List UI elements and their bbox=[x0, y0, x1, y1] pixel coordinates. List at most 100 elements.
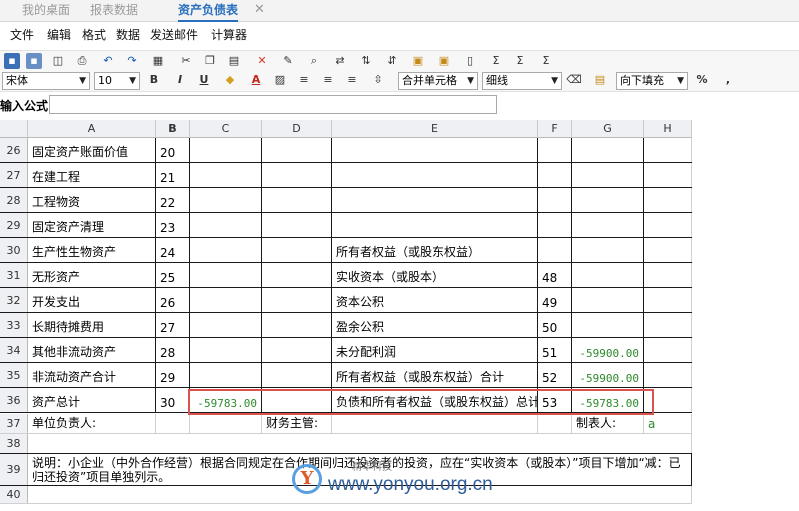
cell-d[interactable] bbox=[262, 263, 332, 287]
cell-g[interactable] bbox=[572, 288, 644, 312]
menu-calculator[interactable]: 计算器 bbox=[211, 23, 247, 47]
cell-h[interactable] bbox=[644, 313, 692, 337]
cell-e[interactable] bbox=[332, 163, 538, 187]
align-left-icon[interactable]: ≡ bbox=[296, 72, 312, 88]
row-number[interactable]: 36 bbox=[0, 388, 28, 412]
close-icon[interactable]: ✕ bbox=[254, 0, 265, 22]
cell-h[interactable] bbox=[644, 363, 692, 387]
cell[interactable] bbox=[332, 414, 538, 433]
font-family-select[interactable]: 宋体 ▼ bbox=[2, 72, 90, 90]
cell-f[interactable] bbox=[538, 163, 572, 187]
find-icon[interactable]: ⌕ bbox=[306, 53, 322, 69]
menu-edit[interactable]: 编辑 bbox=[47, 23, 71, 47]
cell-h[interactable] bbox=[644, 213, 692, 237]
align-right-icon[interactable]: ≡ bbox=[344, 72, 360, 88]
cell-b[interactable]: 30 bbox=[156, 388, 190, 412]
delete-icon[interactable]: ✕ bbox=[254, 53, 270, 69]
row-number[interactable]: 37 bbox=[0, 414, 28, 433]
comma-button[interactable]: , bbox=[720, 72, 736, 88]
cell[interactable] bbox=[28, 434, 692, 453]
row-number[interactable]: 28 bbox=[0, 188, 28, 212]
cell-g[interactable] bbox=[572, 188, 644, 212]
column-header[interactable]: G bbox=[572, 120, 644, 138]
formula-input[interactable] bbox=[49, 95, 497, 114]
cell-h[interactable] bbox=[644, 238, 692, 262]
cell-e[interactable]: 实收资本（或股本） bbox=[332, 263, 538, 287]
cell-d[interactable] bbox=[262, 238, 332, 262]
cell-f[interactable]: 50 bbox=[538, 313, 572, 337]
row-number[interactable]: 30 bbox=[0, 238, 28, 262]
column-header[interactable]: D bbox=[262, 120, 332, 138]
font-size-select[interactable]: 10 ▼ bbox=[94, 72, 140, 90]
cell-e[interactable] bbox=[332, 188, 538, 212]
cell-d[interactable] bbox=[262, 388, 332, 412]
sheet-icon[interactable]: ▯ bbox=[462, 53, 478, 69]
cell-d[interactable] bbox=[262, 138, 332, 162]
cell-g[interactable]: -59900.00 bbox=[572, 338, 644, 362]
tab-my-desktop[interactable]: 我的桌面 bbox=[22, 0, 70, 22]
percent-button[interactable]: % bbox=[694, 72, 710, 88]
cell-f[interactable] bbox=[538, 238, 572, 262]
cell-f[interactable]: 53 bbox=[538, 388, 572, 412]
cell-c[interactable] bbox=[190, 188, 262, 212]
cell-g[interactable] bbox=[572, 213, 644, 237]
cell-f[interactable] bbox=[538, 138, 572, 162]
menu-send-mail[interactable]: 发送邮件 bbox=[150, 23, 198, 47]
format-icon[interactable]: ▤ bbox=[592, 72, 608, 88]
print-preview-icon[interactable]: ◫ bbox=[50, 53, 66, 69]
cell-g[interactable] bbox=[572, 313, 644, 337]
border-icon[interactable]: ▨ bbox=[272, 72, 288, 88]
cell-g[interactable]: -59783.00 bbox=[572, 388, 644, 412]
fill-down-select[interactable]: 向下填充 ▼ bbox=[616, 72, 688, 90]
cell-d[interactable] bbox=[262, 213, 332, 237]
cell-h[interactable] bbox=[644, 388, 692, 412]
cell-h[interactable] bbox=[644, 263, 692, 287]
row-number[interactable]: 26 bbox=[0, 138, 28, 162]
column-header[interactable]: A bbox=[28, 120, 156, 138]
cell-c[interactable] bbox=[190, 213, 262, 237]
border-style-select[interactable]: 细线 ▼ bbox=[482, 72, 562, 90]
save-icon[interactable]: ▪ bbox=[4, 53, 20, 69]
cell[interactable] bbox=[190, 414, 262, 433]
cell-f[interactable]: 48 bbox=[538, 263, 572, 287]
cell-h[interactable] bbox=[644, 138, 692, 162]
cell-e[interactable]: 未分配利润 bbox=[332, 338, 538, 362]
undo-icon[interactable]: ↶ bbox=[100, 53, 116, 69]
cell-b[interactable]: 29 bbox=[156, 363, 190, 387]
cell-e[interactable] bbox=[332, 213, 538, 237]
cell-c[interactable]: -59783.00 bbox=[190, 388, 262, 412]
cell-e[interactable]: 盈余公积 bbox=[332, 313, 538, 337]
cell-h[interactable] bbox=[644, 188, 692, 212]
insert-row-icon[interactable]: ▣ bbox=[410, 53, 426, 69]
cell-b[interactable]: 21 bbox=[156, 163, 190, 187]
format-painter-icon[interactable]: ✎ bbox=[280, 53, 296, 69]
cell-b[interactable]: 28 bbox=[156, 338, 190, 362]
row-number[interactable]: 29 bbox=[0, 213, 28, 237]
replace-icon[interactable]: ⇄ bbox=[332, 53, 348, 69]
cell-e[interactable]: 资本公积 bbox=[332, 288, 538, 312]
cell-d[interactable] bbox=[262, 313, 332, 337]
cell-a[interactable]: 无形资产 bbox=[28, 263, 156, 287]
row-number[interactable]: 31 bbox=[0, 263, 28, 287]
row-number[interactable]: 27 bbox=[0, 163, 28, 187]
sum-col-icon[interactable]: Σ bbox=[512, 53, 528, 69]
cell-f[interactable]: 52 bbox=[538, 363, 572, 387]
cell-b[interactable]: 27 bbox=[156, 313, 190, 337]
eraser-icon[interactable]: ⌫ bbox=[566, 72, 582, 88]
cell-e[interactable]: 所有者权益（或股东权益） bbox=[332, 238, 538, 262]
column-header[interactable]: B bbox=[156, 120, 190, 138]
cell-c[interactable] bbox=[190, 313, 262, 337]
column-header[interactable]: E bbox=[332, 120, 538, 138]
cell-c[interactable] bbox=[190, 288, 262, 312]
sort-desc-icon[interactable]: ⇵ bbox=[384, 53, 400, 69]
cell-a[interactable]: 其他非流动资产 bbox=[28, 338, 156, 362]
cell-d[interactable] bbox=[262, 338, 332, 362]
cell-a[interactable]: 固定资产清理 bbox=[28, 213, 156, 237]
cell-h[interactable] bbox=[644, 163, 692, 187]
cell-signature-head[interactable]: 单位负责人: bbox=[28, 414, 156, 433]
cell-preparer-name[interactable]: a bbox=[644, 414, 692, 433]
italic-button[interactable]: I bbox=[172, 72, 188, 88]
column-header[interactable]: H bbox=[644, 120, 692, 138]
align-center-icon[interactable]: ≡ bbox=[320, 72, 336, 88]
cell-g[interactable]: -59900.00 bbox=[572, 363, 644, 387]
